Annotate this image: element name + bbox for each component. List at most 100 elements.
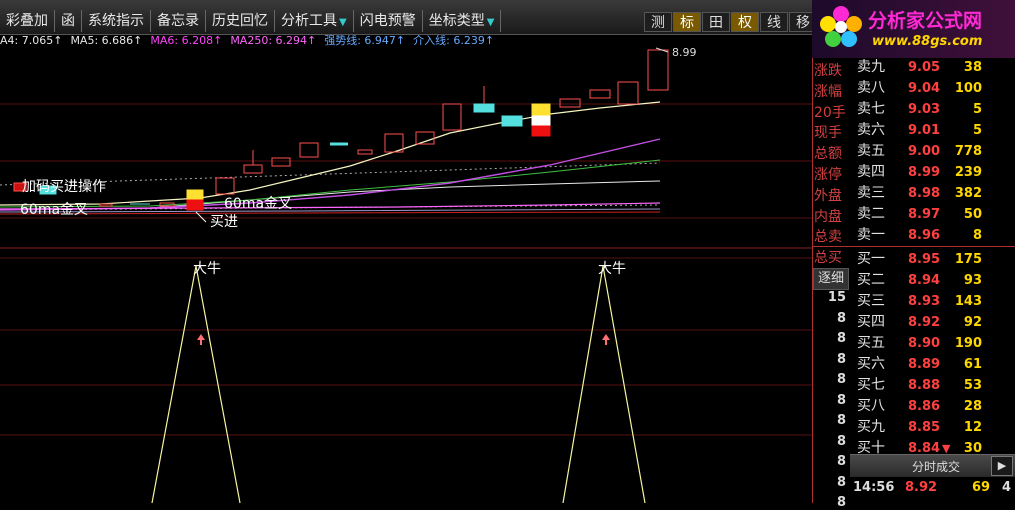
tool-button-2[interactable]: 田 (702, 12, 730, 32)
ask-row[interactable]: 卖九 9.05 38 (850, 57, 1015, 78)
order-vol: 53 (963, 378, 982, 393)
order-name: 卖四 (857, 164, 885, 180)
menu-item-7[interactable]: 坐标类型 ▼ (423, 10, 502, 32)
ask-row[interactable]: 卖三 8.98 382 (850, 183, 1015, 204)
trade-volume-cell: 8 (836, 331, 846, 346)
tool-button-1[interactable]: 标 (673, 12, 701, 32)
menu-item-4[interactable]: 历史回忆 (206, 10, 275, 32)
ask-row[interactable]: 卖六 9.01 5 (850, 120, 1015, 141)
ask-row[interactable]: 卖七 9.03 5 (850, 99, 1015, 120)
trade-volume-cell: 8 (836, 474, 846, 490)
candle (559, 98, 581, 108)
stat-tag: 现手 (814, 125, 842, 142)
trades-title: 分时成交 (912, 460, 961, 474)
ask-row[interactable]: 卖五 9.00 778 (850, 141, 1015, 162)
play-arrow-icon[interactable]: ▶ (991, 456, 1013, 476)
order-price: 8.97 (908, 207, 941, 222)
candle (501, 115, 523, 127)
menu-item-3[interactable]: 备忘录 (151, 10, 206, 32)
menu-item-6[interactable]: 闪电预警 (354, 10, 423, 32)
ma-values-bar: A4: 7.065↑ MA5: 6.686↑ MA6: 6.208↑ MA250: 6… (0, 34, 502, 48)
tick-detail-button[interactable]: 逐细 (813, 268, 849, 290)
trade-volume-cell: 15 (827, 290, 846, 305)
big-bull-label: 大牛 (598, 261, 626, 277)
ask-row[interactable]: 卖二 8.97 50 (850, 204, 1015, 225)
menu-item-0[interactable]: 彩叠加 (0, 10, 55, 32)
candle (99, 203, 113, 207)
candle (531, 115, 551, 127)
order-vol: 50 (963, 207, 982, 222)
candle (473, 103, 495, 113)
bid-row[interactable]: 买六 8.89 61 (850, 354, 1015, 375)
candle (442, 103, 462, 131)
bid-row[interactable]: 买五 8.90 190 (850, 333, 1015, 354)
candle (215, 177, 235, 195)
kline-chart[interactable]: 8.99 (0, 0, 812, 503)
tool-button-4[interactable]: 线 (760, 12, 788, 32)
ma-value: 强势线: 6.947↑ (324, 34, 406, 47)
ask-row[interactable]: 卖八 9.04 100 (850, 78, 1015, 99)
ma-value: MA6: 6.208↑ (150, 34, 223, 47)
ma-value: MA5: 6.686↑ (70, 34, 143, 47)
trade-row: 14:56 8.92 69 4 (850, 478, 1015, 498)
candle (299, 142, 319, 158)
trade-volume: 69 (972, 480, 991, 495)
order-name: 卖六 (857, 122, 885, 138)
bid-row[interactable]: 买八 8.86 28 (850, 396, 1015, 417)
candle (589, 89, 611, 99)
bid-row[interactable]: 买九 8.85 12 (850, 417, 1015, 438)
order-name: 买七 (857, 377, 885, 393)
candle (271, 157, 291, 167)
order-name: 买一 (857, 251, 885, 267)
dropdown-arrow-icon[interactable]: ▼ (339, 17, 347, 28)
order-price: 8.95 (908, 252, 941, 267)
stat-tag: 20手 (814, 104, 846, 121)
stat-tag: 内盘 (814, 208, 842, 225)
order-price: 9.00 (908, 144, 941, 159)
logo-url: www.88gs.com (872, 34, 983, 49)
trades-header[interactable]: 分时成交 ▶ (850, 454, 1015, 477)
menu-item-2[interactable]: 系统指示 (82, 10, 151, 32)
trade-volume-cell: 8 (836, 433, 846, 449)
trade-price: 8.92 (905, 480, 938, 495)
stat-tag: 涨幅 (814, 83, 842, 100)
menu-item-5[interactable]: 分析工具 ▼ (275, 10, 354, 32)
bid-row[interactable]: 买二 8.94 93 (850, 270, 1015, 291)
trade-volume-cell: 8 (836, 413, 846, 428)
candle (186, 199, 204, 211)
candle (357, 149, 373, 155)
order-price: 8.93 (908, 294, 941, 309)
bid-row[interactable]: 买七 8.88 53 (850, 375, 1015, 396)
menu-item-1[interactable]: 函 (55, 10, 82, 32)
bid-row[interactable]: 买一 8.95 175 (850, 249, 1015, 270)
trade-volume-cell: 8 (836, 351, 846, 367)
stat-tag: 涨停 (814, 167, 842, 183)
order-name: 买三 (857, 293, 885, 309)
tool-button-0[interactable]: 测 (644, 12, 672, 32)
bid-row[interactable]: 买四 8.92 92 (850, 312, 1015, 333)
dropdown-arrow-icon[interactable]: ▼ (487, 17, 495, 28)
big-bull-label: 大牛 (193, 261, 221, 277)
flower-logo-icon (820, 6, 862, 47)
order-name: 买八 (857, 398, 885, 414)
ask-row[interactable]: 卖一 8.96 8 (850, 225, 1015, 246)
order-name: 买四 (857, 314, 885, 330)
candle (415, 131, 435, 145)
stat-tag: 总额 (814, 146, 842, 163)
order-vol: 93 (963, 273, 982, 288)
order-price: 8.88 (908, 378, 941, 393)
ask-row[interactable]: 卖四 8.99 239 (850, 162, 1015, 183)
order-price: 8.96 (908, 228, 941, 243)
add-position-label: 加码买进操作 (22, 179, 106, 195)
order-name: 卖三 (857, 185, 885, 201)
ma-gray-line (0, 208, 661, 213)
order-name: 买五 (857, 335, 885, 351)
order-vol: 5 (972, 123, 982, 138)
candle (531, 125, 551, 137)
stat-tag: 外盘 (814, 187, 842, 204)
stat-tag: 涨跌 (814, 63, 842, 79)
stat-tag: 总卖 (814, 229, 842, 246)
tool-button-3[interactable]: 权 (731, 12, 759, 32)
trade-volume-cell: 8 (836, 310, 846, 326)
bid-row[interactable]: 买三 8.93 143 (850, 291, 1015, 312)
